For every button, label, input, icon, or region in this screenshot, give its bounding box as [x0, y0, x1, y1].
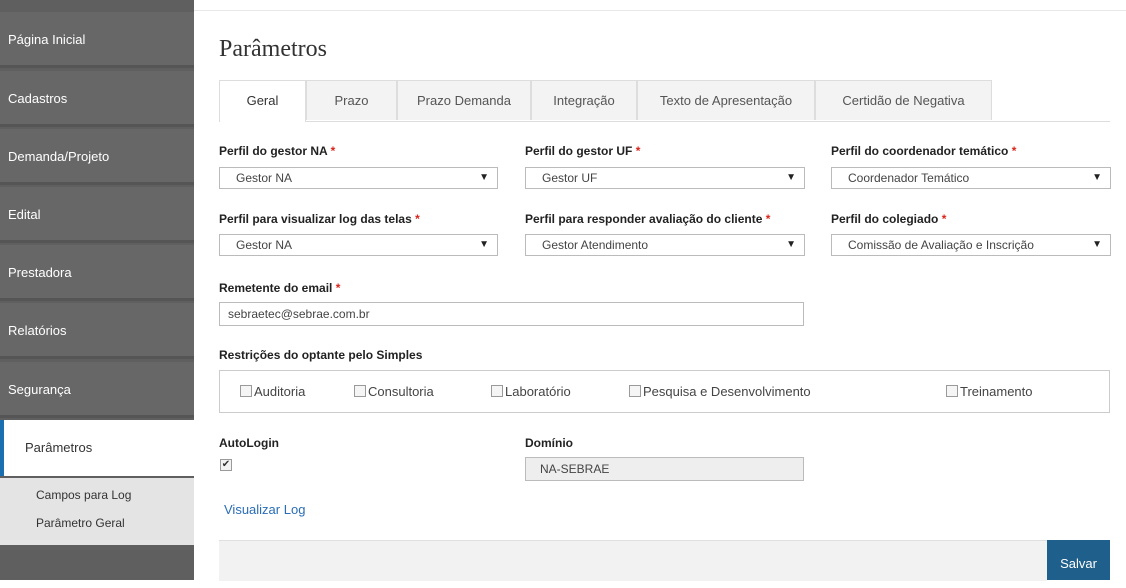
- autologin-label: AutoLogin: [219, 436, 279, 450]
- restricoes-group: Auditoria Consultoria Laboratório Pesqui…: [219, 370, 1110, 413]
- sidebar-item-edital[interactable]: Edital: [0, 187, 194, 243]
- gestor-na-label: Perfil do gestor NA *: [219, 144, 336, 158]
- coordenador-label: Perfil do coordenador temático *: [831, 144, 1017, 158]
- remetente-label: Remetente do email *: [219, 281, 341, 295]
- sidebar-item-prestadora[interactable]: Prestadora: [0, 245, 194, 301]
- chevron-down-icon: ▼: [1092, 172, 1102, 183]
- tab-integracao[interactable]: Integração: [531, 80, 637, 120]
- action-bar: [219, 540, 1047, 581]
- checkbox-auditoria[interactable]: Auditoria: [240, 384, 305, 399]
- checkbox-consultoria[interactable]: Consultoria: [354, 384, 434, 399]
- sidebar-item-parametros[interactable]: Parâmetros: [0, 420, 194, 476]
- gestor-uf-select[interactable]: Gestor UF ▼: [525, 167, 805, 189]
- tab-prazo-demanda[interactable]: Prazo Demanda: [397, 80, 531, 120]
- checkbox-box[interactable]: [629, 385, 641, 397]
- checkbox-box[interactable]: [946, 385, 958, 397]
- visualizar-log-link[interactable]: Visualizar Log: [224, 502, 305, 517]
- coordenador-select[interactable]: Coordenador Temático ▼: [831, 167, 1111, 189]
- save-button[interactable]: Salvar: [1047, 540, 1110, 580]
- subnav-item-parametro-geral[interactable]: Parâmetro Geral: [36, 516, 125, 530]
- checkbox-box[interactable]: [491, 385, 503, 397]
- tab-bar: Geral Prazo Prazo Demanda Integração Tex…: [219, 80, 1110, 122]
- sidebar-item-demanda-projeto[interactable]: Demanda/Projeto: [0, 129, 194, 185]
- chevron-down-icon: ▼: [1092, 239, 1102, 250]
- page-title: Parâmetros: [219, 36, 327, 62]
- checkbox-laboratorio[interactable]: Laboratório: [491, 384, 571, 399]
- checkbox-treinamento[interactable]: Treinamento: [946, 384, 1033, 399]
- checkbox-box[interactable]: [354, 385, 366, 397]
- chevron-down-icon: ▼: [786, 239, 796, 250]
- chevron-down-icon: ▼: [479, 172, 489, 183]
- tab-texto-apresentacao[interactable]: Texto de Apresentação: [637, 80, 815, 120]
- autologin-checkbox[interactable]: ✔: [220, 459, 232, 471]
- avaliacao-select[interactable]: Gestor Atendimento ▼: [525, 234, 805, 256]
- restricoes-label: Restrições do optante pelo Simples: [219, 348, 423, 362]
- avaliacao-label: Perfil para responder avaliação do clien…: [525, 212, 771, 226]
- chevron-down-icon: ▼: [786, 172, 796, 183]
- colegiado-select[interactable]: Comissão de Avaliação e Inscrição ▼: [831, 234, 1111, 256]
- sidebar-item-cadastros[interactable]: Cadastros: [0, 71, 194, 127]
- tab-prazo[interactable]: Prazo: [306, 80, 397, 120]
- gestor-na-select[interactable]: Gestor NA ▼: [219, 167, 498, 189]
- log-telas-select[interactable]: Gestor NA ▼: [219, 234, 498, 256]
- subnav-item-campos-para-log[interactable]: Campos para Log: [36, 488, 131, 502]
- sidebar-subnav: Campos para Log Parâmetro Geral: [0, 478, 194, 545]
- checkbox-box[interactable]: [240, 385, 252, 397]
- sidebar-item-seguranca[interactable]: Segurança: [0, 362, 194, 418]
- chevron-down-icon: ▼: [479, 239, 489, 250]
- sidebar: Página Inicial Cadastros Demanda/Projeto…: [0, 0, 194, 580]
- sidebar-item-relatorios[interactable]: Relatórios: [0, 303, 194, 359]
- tab-geral[interactable]: Geral: [219, 80, 306, 122]
- dominio-label: Domínio: [525, 436, 573, 450]
- dominio-field: NA-SEBRAE: [525, 457, 804, 481]
- checkbox-pesquisa-desenvolvimento[interactable]: Pesquisa e Desenvolvimento: [629, 384, 811, 399]
- sidebar-item-pagina-inicial[interactable]: Página Inicial: [0, 12, 194, 68]
- remetente-email-field[interactable]: sebraetec@sebrae.com.br: [219, 302, 804, 326]
- gestor-uf-label: Perfil do gestor UF *: [525, 144, 641, 158]
- log-telas-label: Perfil para visualizar log das telas *: [219, 212, 420, 226]
- tab-certidao-negativa[interactable]: Certidão de Negativa: [815, 80, 992, 120]
- colegiado-label: Perfil do colegiado *: [831, 212, 947, 226]
- top-divider: [194, 10, 1126, 11]
